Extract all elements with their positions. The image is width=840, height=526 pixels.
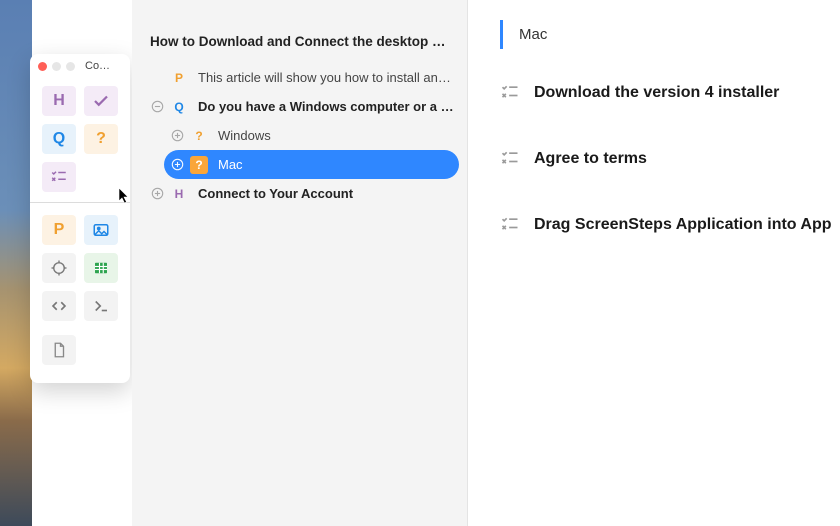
- outline-row[interactable]: Q Do you have a Windows computer or a M…: [132, 92, 467, 121]
- tool-answer[interactable]: ?: [84, 124, 118, 154]
- palette-tools-last: [30, 327, 130, 371]
- step-title: Drag ScreenSteps Application into App: [534, 216, 832, 234]
- checklist-icon: [500, 215, 520, 235]
- tool-question[interactable]: Q: [42, 124, 76, 154]
- row-label: Mac: [218, 157, 243, 172]
- tool-checklist[interactable]: [84, 86, 118, 116]
- tool-code[interactable]: [42, 291, 76, 321]
- row-type-badge: H: [170, 185, 188, 203]
- expand-icon[interactable]: [170, 129, 184, 143]
- step-item[interactable]: Download the version 4 installer: [500, 83, 840, 103]
- checklist-icon: [500, 83, 520, 103]
- tool-file[interactable]: [42, 335, 76, 365]
- step-title: Agree to terms: [534, 150, 647, 168]
- outline-row[interactable]: ? Mac: [164, 150, 459, 179]
- expand-placeholder: [150, 71, 164, 85]
- checklist-icon: [500, 149, 520, 169]
- row-type-badge: Q: [170, 98, 188, 116]
- tool-terminal[interactable]: [84, 291, 118, 321]
- outline-list: P This article will show you how to insta…: [132, 63, 467, 208]
- palette-divider: [30, 202, 130, 203]
- step-title: Download the version 4 installer: [534, 84, 779, 102]
- outline-row[interactable]: ? Windows: [132, 121, 467, 150]
- zoom-icon[interactable]: [66, 62, 75, 71]
- row-type-badge: P: [170, 69, 188, 87]
- tool-image[interactable]: [84, 215, 118, 245]
- content-header: Mac: [500, 20, 840, 49]
- tool-heading[interactable]: H: [42, 86, 76, 116]
- expand-icon[interactable]: [170, 158, 184, 172]
- row-type-badge: ?: [190, 156, 208, 174]
- desktop-wallpaper: [0, 0, 32, 526]
- palette-tools-bottom: P: [30, 207, 130, 327]
- window-traffic-lights: [38, 62, 75, 71]
- code-icon: [50, 297, 68, 315]
- content-pane: Mac Download the version 4 installer Agre…: [468, 0, 840, 526]
- tool-steps[interactable]: [42, 162, 76, 192]
- row-type-badge: ?: [190, 127, 208, 145]
- checklist-icon: [50, 168, 68, 186]
- check-icon: [92, 92, 110, 110]
- row-label: Windows: [218, 128, 271, 143]
- step-item[interactable]: Agree to terms: [500, 149, 840, 169]
- step-item[interactable]: Drag ScreenSteps Application into App: [500, 215, 840, 235]
- tool-palette: Co… H Q ? P: [30, 54, 130, 383]
- collapse-icon[interactable]: [150, 100, 164, 114]
- palette-titlebar[interactable]: Co…: [30, 54, 130, 78]
- expand-icon[interactable]: [150, 187, 164, 201]
- image-icon: [92, 221, 110, 239]
- tool-paragraph[interactable]: P: [42, 215, 76, 245]
- target-icon: [50, 259, 68, 277]
- table-icon: [92, 259, 110, 277]
- palette-tools-top: H Q ?: [30, 78, 130, 198]
- row-label: Connect to Your Account: [198, 186, 353, 201]
- terminal-icon: [92, 297, 110, 315]
- outline-row[interactable]: P This article will show you how to insta…: [132, 63, 467, 92]
- close-icon[interactable]: [38, 62, 47, 71]
- outline-pane: How to Download and Connect the desktop …: [132, 0, 468, 526]
- outline-row[interactable]: H Connect to Your Account: [132, 179, 467, 208]
- tool-table[interactable]: [84, 253, 118, 283]
- palette-title: Co…: [85, 60, 110, 72]
- row-label: This article will show you how to instal…: [198, 70, 457, 85]
- content-steps: Download the version 4 installer Agree to…: [500, 83, 840, 235]
- tool-target[interactable]: [42, 253, 76, 283]
- minimize-icon[interactable]: [52, 62, 61, 71]
- outline-title: How to Download and Connect the desktop …: [132, 24, 467, 63]
- row-label: Do you have a Windows computer or a M…: [198, 99, 457, 114]
- file-icon: [50, 341, 68, 359]
